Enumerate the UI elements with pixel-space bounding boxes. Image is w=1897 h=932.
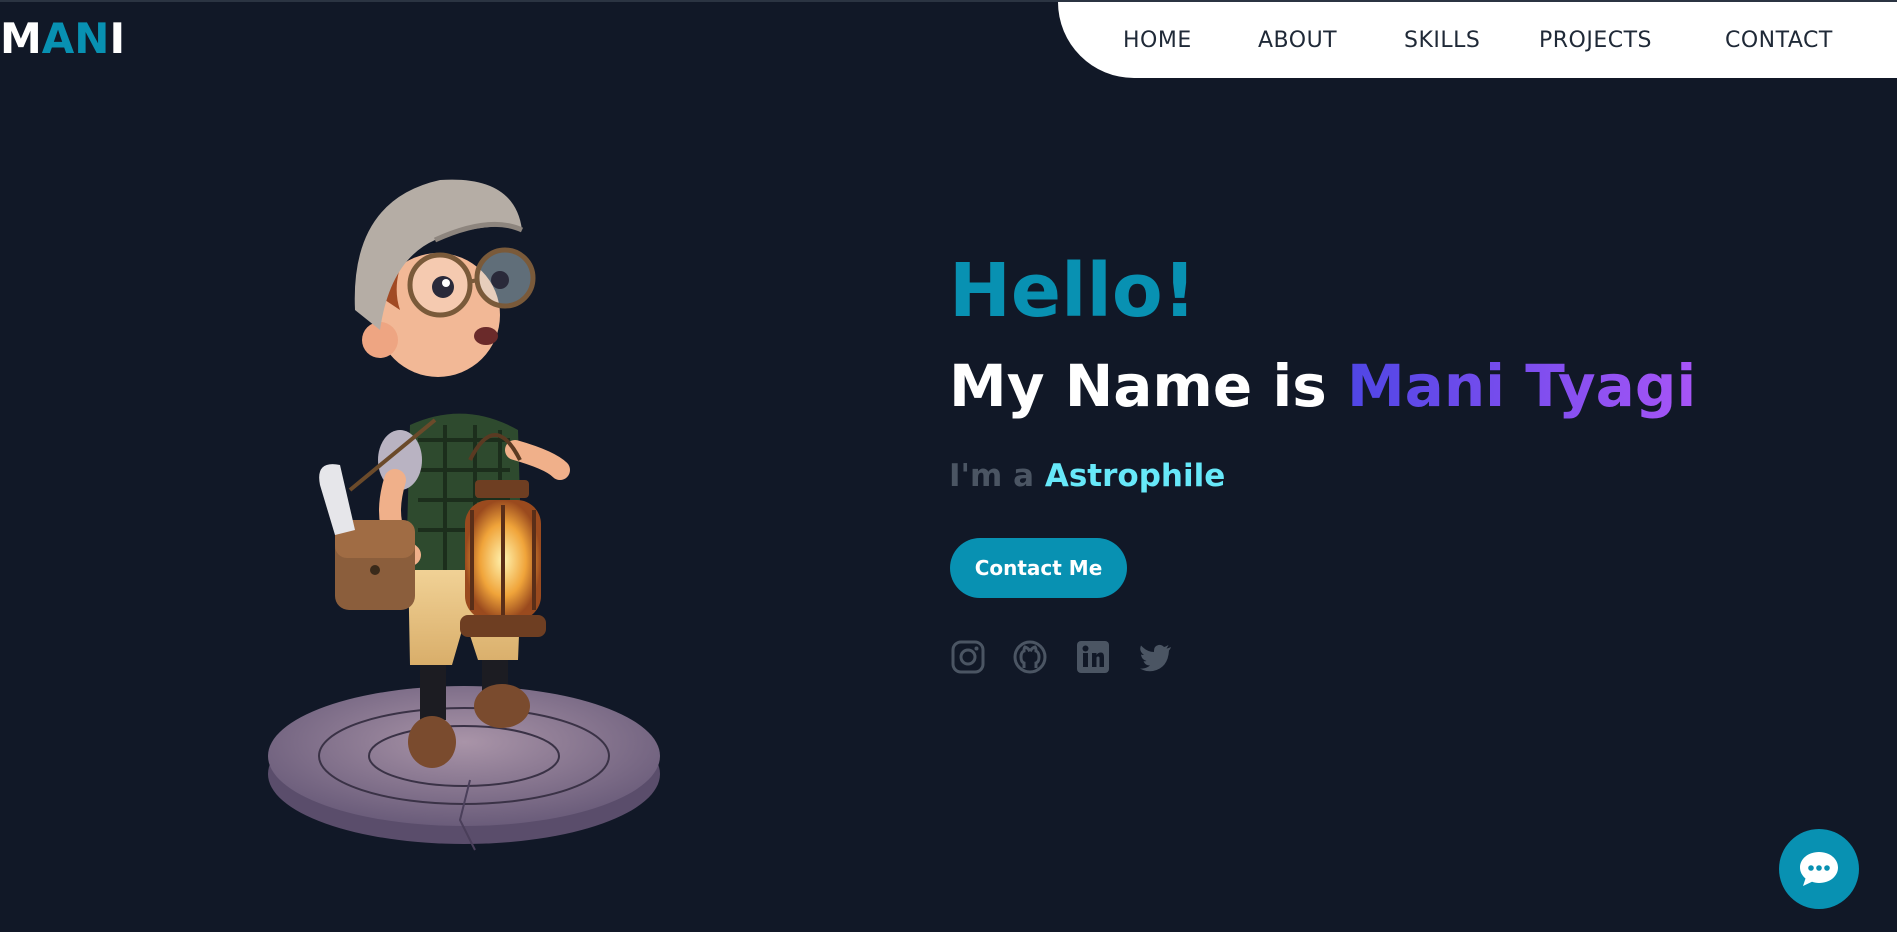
hero-greeting: Hello!	[949, 248, 1197, 334]
logo-letter-i: I	[109, 14, 126, 63]
hero-illustration	[268, 179, 660, 851]
hero-role-line: I'm a Astrophile	[949, 458, 1225, 494]
logo-letters-an: AN	[41, 14, 110, 63]
hero-name: Mani Tyagi	[1346, 352, 1697, 420]
nav-about[interactable]: ABOUT	[1258, 28, 1337, 53]
name-prefix: My Name is	[949, 352, 1347, 420]
github-icon[interactable]	[1011, 638, 1049, 676]
main-nav: HOME ABOUT SKILLS PROJECTS CONTACT	[1058, 2, 1897, 78]
hero-name-line: My Name is Mani Tyagi	[949, 352, 1696, 420]
nav-contact[interactable]: CONTACT	[1725, 28, 1833, 53]
linkedin-icon[interactable]	[1074, 638, 1112, 676]
nav-skills[interactable]: SKILLS	[1404, 28, 1480, 53]
contact-me-button[interactable]: Contact Me	[950, 538, 1127, 598]
chat-button[interactable]	[1779, 829, 1859, 909]
nav-projects[interactable]: PROJECTS	[1539, 28, 1652, 53]
instagram-icon[interactable]	[949, 638, 987, 676]
role-prefix: I'm a	[949, 458, 1045, 494]
twitter-icon[interactable]	[1137, 638, 1175, 676]
chat-bubble-icon	[1800, 852, 1838, 886]
nav-home[interactable]: HOME	[1123, 28, 1192, 53]
hero-role: Astrophile	[1044, 458, 1226, 494]
logo-letter-m: M	[0, 14, 42, 63]
site-logo[interactable]: MANI	[0, 14, 125, 63]
